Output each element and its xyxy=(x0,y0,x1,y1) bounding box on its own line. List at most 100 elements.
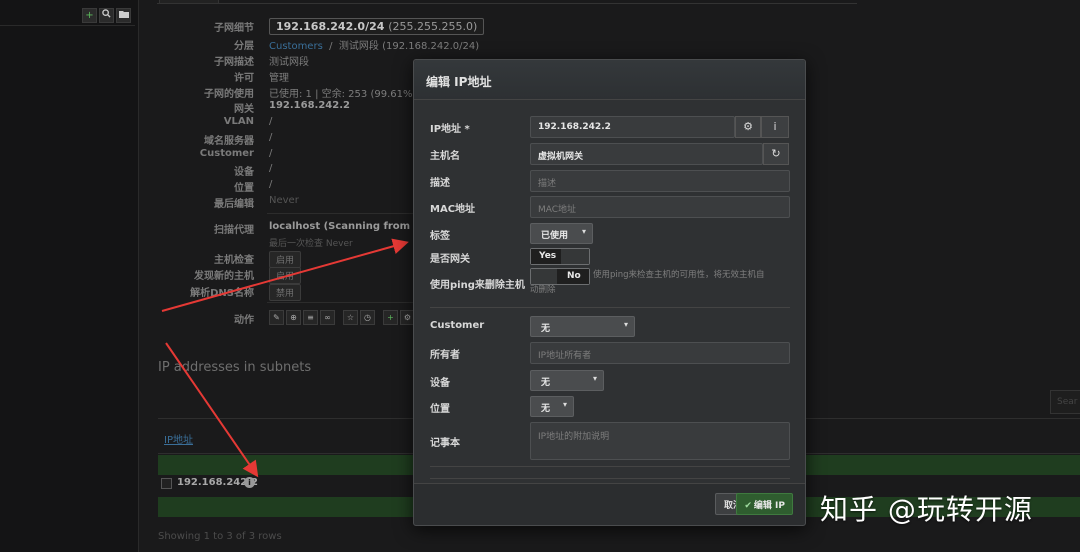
hostname-input[interactable]: 虚拟机网关 xyxy=(530,143,763,165)
toggle-off-label: No xyxy=(557,269,589,284)
ping-hint-line-1: 使用ping来检查主机的可用性，将无效主机自 xyxy=(593,270,765,280)
link-icon[interactable]: ∞ xyxy=(320,310,335,325)
tag-select-value: 已使用 xyxy=(541,231,569,241)
detail-value: / xyxy=(269,148,273,159)
caret-down-icon: ▾ xyxy=(581,227,586,236)
modal-footer: 取消 ✔ 编辑 IP xyxy=(414,483,805,525)
refresh-icon[interactable]: ↻ xyxy=(763,143,789,165)
detail-label: 子网的使用 xyxy=(204,89,254,100)
detail-label: 许可 xyxy=(234,73,254,84)
detail-label: 最后编辑 xyxy=(214,199,254,210)
detail-value: / xyxy=(269,163,273,174)
info-icon[interactable]: i xyxy=(761,116,789,138)
plus-icon[interactable]: + xyxy=(383,310,398,325)
mac-input[interactable]: MAC地址 xyxy=(530,196,790,218)
list-icon[interactable]: ≡ xyxy=(303,310,318,325)
ip-address-input[interactable]: 192.168.242.2 xyxy=(530,116,735,138)
device-select-value: 无 xyxy=(541,378,551,388)
notes-textarea[interactable]: IP地址的附加说明 xyxy=(530,422,790,460)
divider xyxy=(430,478,790,479)
owner-label: 所有者 xyxy=(430,350,460,361)
hostname-label: 主机名 xyxy=(430,151,460,162)
pagination-summary: Showing 1 to 3 of 3 rows xyxy=(158,531,282,542)
mac-label: MAC地址 xyxy=(430,204,476,215)
plus-icon[interactable]: + xyxy=(82,8,97,23)
ping-label: 使用ping来删除主机 xyxy=(430,280,525,291)
device-label: 设备 xyxy=(430,378,450,389)
detail-label: 主机检查 xyxy=(214,255,254,266)
ip-address-label: IP地址 * xyxy=(430,124,470,135)
detail-value: Never xyxy=(269,195,299,206)
search-icon[interactable] xyxy=(99,8,114,23)
tab-active[interactable] xyxy=(159,0,219,4)
edit-ip-modal: 编辑 IP地址 IP地址 * 192.168.242.2 ⚙ i 主机名 虚拟机… xyxy=(413,59,806,526)
detail-value: 已使用: 1 | 空余: 253 (99.61%) | xyxy=(269,89,423,100)
description-input[interactable]: 描述 xyxy=(530,170,790,192)
detail-label: 子网描述 xyxy=(214,57,254,68)
submit-edit-ip-button[interactable]: ✔ 编辑 IP xyxy=(736,493,793,515)
detail-label: 动作 xyxy=(234,315,254,326)
tag-label: 标签 xyxy=(430,231,450,242)
section-path: 测试网段 (192.168.242.0/24) xyxy=(338,41,480,52)
divider xyxy=(430,307,790,308)
subnet-address: 192.168.242.0/24 xyxy=(276,20,385,33)
detail-value: 测试网段 xyxy=(269,57,309,68)
star-icon[interactable]: ☆ xyxy=(343,310,358,325)
subnet-mask: (255.255.255.0) xyxy=(388,20,478,33)
customer-select[interactable]: 无 ▾ xyxy=(530,316,635,337)
detail-label: 分层 xyxy=(234,41,254,52)
detail-label: 发现新的主机 xyxy=(194,271,254,282)
plus-circle-icon[interactable]: ⊕ xyxy=(286,310,301,325)
column-header-ip[interactable]: IP地址 xyxy=(164,431,193,446)
search-placeholder: Sear xyxy=(1057,397,1078,407)
host-check-button[interactable]: 启用 xyxy=(269,251,302,268)
modal-title: 编辑 IP地址 xyxy=(426,75,492,89)
zhihu-watermark: 知乎 @玩转开源 xyxy=(820,493,1033,526)
subnet-address-box: 192.168.242.0/24 (255.255.255.0) xyxy=(269,18,485,35)
discover-button[interactable]: 启用 xyxy=(269,267,302,284)
location-select-value: 无 xyxy=(541,404,551,414)
detail-label: 位置 xyxy=(234,183,254,194)
folder-icon[interactable] xyxy=(116,8,131,23)
is-gateway-toggle[interactable]: Yes xyxy=(530,248,590,265)
clock-icon[interactable]: ◷ xyxy=(360,310,375,325)
pencil-icon[interactable]: ✎ xyxy=(269,310,284,325)
cogs-icon[interactable]: ⚙ xyxy=(735,116,761,138)
sidebar: + xyxy=(0,0,139,552)
detail-label: Customer xyxy=(199,148,254,159)
description-label: 描述 xyxy=(430,178,450,189)
detail-value: / xyxy=(269,132,273,143)
detail-label: 网关 xyxy=(234,104,254,115)
sidebar-toolbar: + xyxy=(0,6,135,26)
notes-label: 记事本 xyxy=(430,438,460,449)
section-link[interactable]: Customers xyxy=(269,41,323,52)
detail-value: / xyxy=(269,179,273,190)
toggle-knob xyxy=(531,269,557,284)
scan-agent-last-check: 最后一次检查 Never xyxy=(269,239,353,249)
location-select[interactable]: 无 ▾ xyxy=(530,396,574,417)
caret-down-icon: ▾ xyxy=(562,400,567,409)
divider xyxy=(430,466,790,467)
ping-toggle[interactable]: No xyxy=(530,268,590,285)
detail-value: / xyxy=(269,116,273,127)
is-gateway-label: 是否网关 xyxy=(430,254,470,265)
owner-input[interactable]: IP地址所有者 xyxy=(530,342,790,364)
submit-button-label: 编辑 IP xyxy=(753,501,785,511)
device-select[interactable]: 无 ▾ xyxy=(530,370,604,391)
resolve-dns-button[interactable]: 禁用 xyxy=(269,284,302,301)
ip-section-title: IP addresses in subnets xyxy=(158,360,312,375)
info-icon[interactable]: i xyxy=(244,477,255,488)
toggle-on-label: Yes xyxy=(531,249,561,264)
customer-label: Customer xyxy=(430,320,485,331)
detail-label: 子网细节 xyxy=(214,23,254,34)
search-input[interactable]: Sear xyxy=(1050,390,1080,414)
modal-header: 编辑 IP地址 xyxy=(414,60,805,100)
tag-select[interactable]: 已使用 ▾ xyxy=(530,223,593,244)
location-label: 位置 xyxy=(430,404,450,415)
detail-label: 扫描代理 xyxy=(214,225,254,236)
row-checkbox[interactable] xyxy=(161,478,172,489)
customer-select-value: 无 xyxy=(541,324,551,334)
detail-value: 管理 xyxy=(269,73,289,84)
check-icon: ✔ xyxy=(744,501,752,511)
gateway-value: 192.168.242.2 xyxy=(269,100,350,111)
